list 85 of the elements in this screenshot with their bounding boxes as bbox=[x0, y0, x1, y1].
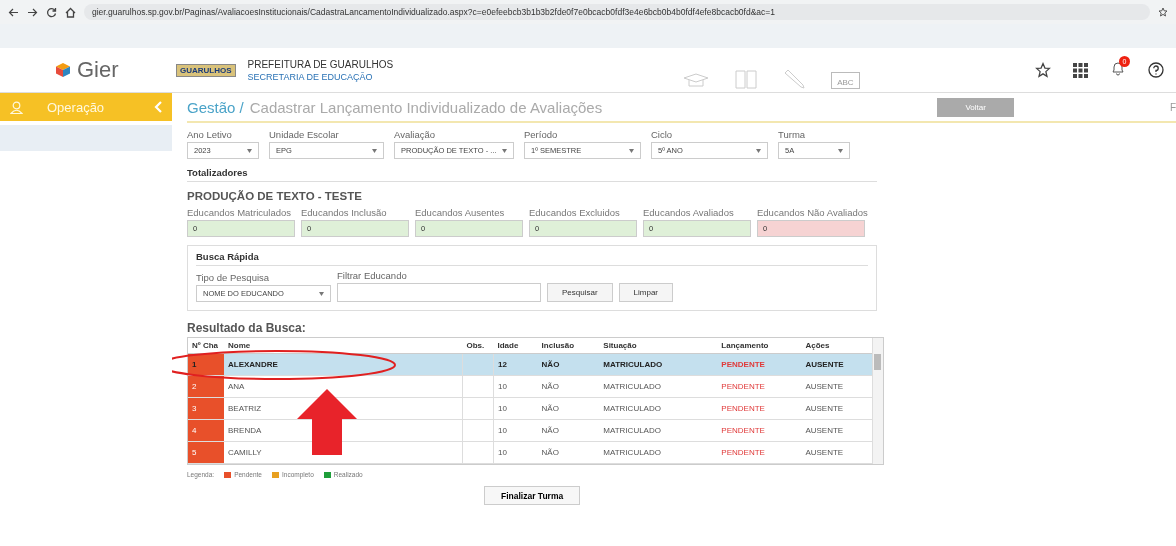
row-number-cell: 5 bbox=[188, 441, 224, 464]
filter-label: Avaliação bbox=[394, 129, 437, 140]
address-bar[interactable]: gier.guarulhos.sp.gov.br/Paginas/AvaliacoesInstitucionais/CadastraLancamentoIndividualizado.aspx?c=e0efeebcb3b1b3b2fde0f7e0bcacb0fdf3e4e6bcb0b4b0fdf4efe8bcacb0fd&ac=1 bbox=[84, 4, 1150, 20]
column-header: Nome bbox=[224, 338, 463, 354]
column-header: Inclusão bbox=[537, 338, 600, 354]
total-label: Educandos Avaliados bbox=[643, 207, 735, 218]
pencil-icon bbox=[783, 69, 806, 89]
column-header: Situação bbox=[599, 338, 718, 354]
search-button[interactable]: Pesquisar bbox=[547, 283, 613, 302]
finish-class-button[interactable]: Finalizar Turma bbox=[484, 486, 581, 505]
graduation-cap-icon bbox=[683, 73, 710, 89]
table-cell: MATRICULADO bbox=[599, 353, 718, 376]
table-cell: MATRICULADO bbox=[599, 375, 718, 398]
table-cell: NÃO bbox=[537, 397, 600, 420]
cube-logo-icon bbox=[55, 62, 71, 78]
column-header: Nº Cha bbox=[188, 338, 224, 354]
table-cell: MATRICULADO bbox=[599, 419, 718, 442]
caret-icon bbox=[372, 148, 377, 153]
total-label: Educandos Ausentes bbox=[415, 207, 506, 218]
apps-grid-icon[interactable] bbox=[1073, 62, 1088, 78]
assessment-title: PRODUÇÃO DE TEXTO - TESTE bbox=[187, 190, 363, 202]
section-heading: Totalizadores bbox=[187, 167, 877, 182]
student-row[interactable]: 2 ANA 10 NÃO MATRICULADO PENDENTE AUSENTE bbox=[188, 375, 872, 398]
table-cell: 10 bbox=[493, 375, 538, 398]
row-number-cell: 4 bbox=[188, 419, 224, 442]
forward-arrow-icon[interactable] bbox=[27, 7, 38, 17]
student-filter-field[interactable] bbox=[337, 283, 541, 302]
table-cell: NÃO bbox=[537, 375, 600, 398]
total-label: Educandos Matriculados bbox=[187, 207, 293, 218]
column-header: Lançamento bbox=[717, 338, 802, 354]
table-cell: MATRICULADO bbox=[599, 397, 718, 420]
home-icon[interactable] bbox=[65, 6, 76, 18]
table-cell: PENDENTE bbox=[717, 375, 802, 398]
table-cell: PENDENTE bbox=[717, 397, 802, 420]
bell-icon[interactable] bbox=[1110, 60, 1126, 76]
abc-board-icon: ABC bbox=[831, 72, 860, 89]
column-header: Idade bbox=[493, 338, 538, 354]
filter-label: Período bbox=[524, 129, 559, 140]
student-row[interactable]: 1 ALEXANDRE 12 NÃO MATRICULADO PENDENTE AUSENTE bbox=[188, 353, 872, 376]
star-icon[interactable] bbox=[1158, 7, 1168, 17]
help-icon[interactable] bbox=[1148, 62, 1164, 78]
book-icon bbox=[735, 69, 758, 89]
row-number-cell: 3 bbox=[188, 397, 224, 420]
app-name: Gier bbox=[77, 57, 119, 83]
city-logo: GUARULHOS bbox=[176, 63, 236, 77]
caret-icon bbox=[319, 291, 324, 296]
user-icon bbox=[10, 100, 23, 114]
table-cell: PENDENTE bbox=[717, 441, 802, 464]
org-subtitle: SECRETARIA DE EDUCAÇÃO bbox=[247, 70, 374, 83]
filter-label: Unidade Escolar bbox=[269, 129, 340, 140]
table-cell: 10 bbox=[493, 419, 538, 442]
filter-label: Ano Letivo bbox=[187, 129, 233, 140]
table-cell: MATRICULADO bbox=[599, 441, 718, 464]
table-cell: 10 bbox=[493, 441, 538, 464]
org-title: PREFEITURA DE GUARULHOS bbox=[247, 57, 394, 71]
table-cell: PENDENTE bbox=[717, 353, 802, 376]
table-cell: 10 bbox=[493, 397, 538, 420]
panel-title: Busca Rápida bbox=[196, 251, 868, 266]
table-cell: NÃO bbox=[537, 419, 600, 442]
arrow-annotation bbox=[297, 389, 357, 455]
total-label: Educandos Inclusão bbox=[301, 207, 388, 218]
edge-text: F bbox=[1169, 101, 1176, 113]
scrollbar[interactable] bbox=[872, 338, 883, 464]
back-arrow-icon[interactable] bbox=[8, 7, 19, 17]
clear-button[interactable]: Limpar bbox=[618, 283, 674, 302]
total-label: Educandos Excluidos bbox=[529, 207, 621, 218]
filter-label: Turma bbox=[778, 129, 807, 140]
filter-label: Ciclo bbox=[651, 129, 674, 140]
results-title: Resultado da Busca: bbox=[187, 321, 307, 335]
column-header: Obs. bbox=[462, 338, 494, 354]
sidebar-title: Operação bbox=[47, 99, 106, 115]
field-label: Tipo de Pesquisa bbox=[196, 272, 271, 283]
table-cell: AUSENTE bbox=[801, 353, 872, 376]
table-cell: PENDENTE bbox=[717, 419, 802, 442]
caret-icon bbox=[247, 148, 252, 153]
reload-icon[interactable] bbox=[46, 6, 57, 18]
caret-icon bbox=[756, 148, 761, 153]
field-label: Filtrar Educando bbox=[337, 270, 408, 281]
star-icon[interactable] bbox=[1035, 62, 1051, 78]
total-label: Educandos Não Avaliados bbox=[757, 207, 868, 218]
caret-icon bbox=[502, 148, 507, 153]
page-title: Cadastrar Lançamento Individualizado de Avaliações bbox=[249, 98, 603, 116]
caret-icon bbox=[629, 148, 634, 153]
table-cell: NÃO bbox=[537, 441, 600, 464]
caret-icon bbox=[838, 148, 843, 153]
